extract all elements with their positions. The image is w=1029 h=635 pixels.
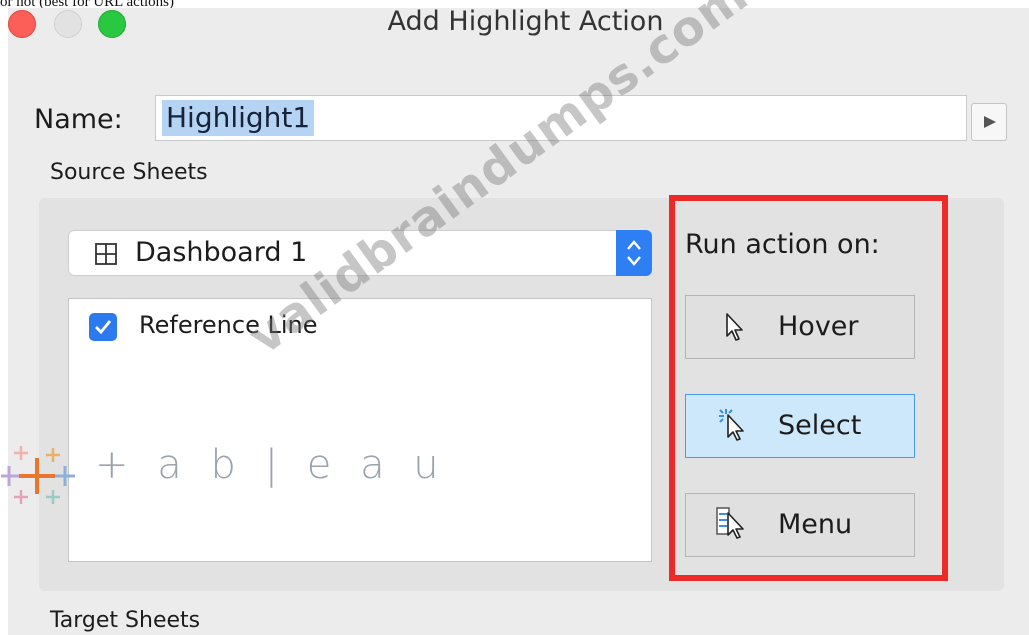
dropdown-value: Dashboard 1: [135, 237, 308, 268]
highlight-frame: [669, 195, 948, 581]
checkmark-icon: [95, 320, 112, 335]
tableau-logo: + a b | e a u: [1, 442, 439, 504]
chevron-updown-icon: [627, 240, 641, 266]
source-sheets-label: Source Sheets: [50, 160, 208, 185]
tableau-cross-icon: [1, 446, 75, 504]
name-label: Name:: [34, 104, 123, 135]
title-bar: Add Highlight Action: [8, 6, 1029, 40]
play-icon: [984, 116, 996, 128]
name-input-value: Highlight1: [162, 100, 315, 136]
window-title: Add Highlight Action: [387, 6, 664, 37]
insert-field-button[interactable]: [971, 103, 1007, 141]
dialog-window: Add Highlight Action Name: Highlight1 So…: [8, 6, 1029, 635]
source-sheet-list: Reference Line: [68, 298, 652, 562]
dropdown-stepper[interactable]: [616, 230, 652, 276]
dashboard-grid-icon: [95, 243, 117, 265]
reference-line-checkbox[interactable]: [89, 313, 117, 341]
tableau-wordmark: + a b | e a u: [95, 442, 447, 488]
target-sheets-label: Target Sheets: [50, 608, 201, 633]
